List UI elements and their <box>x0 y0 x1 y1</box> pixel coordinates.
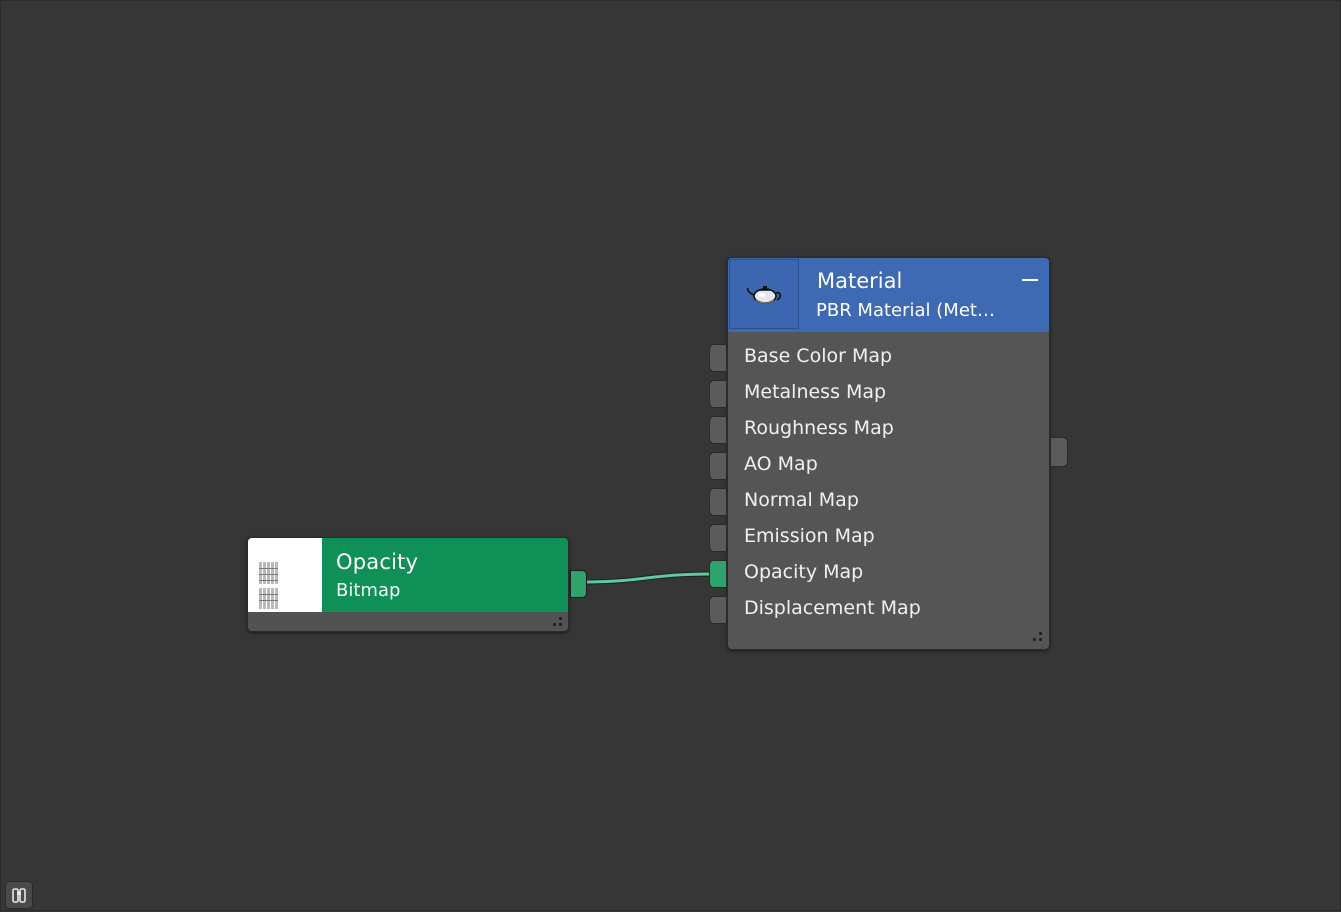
connection-wire-highlight <box>585 572 712 584</box>
input-socket-opacity-map[interactable] <box>709 560 727 588</box>
material-node-header[interactable]: Material PBR Material (Met… <box>728 258 1049 332</box>
input-label: Normal Map <box>744 489 859 511</box>
bitmap-output-socket[interactable] <box>570 570 587 598</box>
input-socket-normal-map[interactable] <box>709 488 727 516</box>
input-row-base-color-map: Base Color Map <box>709 342 1049 378</box>
material-node-subtitle: PBR Material (Met… <box>816 300 995 321</box>
teapot-icon <box>729 259 799 329</box>
bitmap-node-header[interactable]: Opacity Bitmap <box>248 538 568 612</box>
input-row-opacity-map: Opacity Map <box>709 558 1049 594</box>
bitmap-node-subtitle: Bitmap <box>336 580 401 601</box>
wire-layer <box>585 571 712 585</box>
input-label: Opacity Map <box>744 561 864 583</box>
input-socket-ao-map[interactable] <box>709 452 727 480</box>
input-label: AO Map <box>744 453 818 475</box>
material-output-socket[interactable] <box>1050 437 1068 467</box>
input-label: Roughness Map <box>744 417 894 439</box>
input-socket-metalness-map[interactable] <box>709 380 727 408</box>
binoculars-icon[interactable] <box>5 881 33 909</box>
material-node[interactable]: Material PBR Material (Met… Base Color M… <box>709 257 1068 650</box>
input-label: Base Color Map <box>744 345 893 367</box>
bitmap-resize-grip[interactable] <box>552 616 564 628</box>
node-editor-canvas[interactable]: Opacity Bitmap Material PBR Material (Me… <box>0 0 1341 911</box>
collapse-minus-icon[interactable] <box>1021 270 1039 288</box>
input-row-ao-map: AO Map <box>709 450 1049 486</box>
input-row-metalness-map: Metalness Map <box>709 378 1049 414</box>
input-socket-displacement-map[interactable] <box>709 596 727 624</box>
input-socket-emission-map[interactable] <box>709 524 727 552</box>
input-socket-base-color-map[interactable] <box>709 344 727 372</box>
input-label: Emission Map <box>744 525 875 547</box>
input-row-roughness-map: Roughness Map <box>709 414 1049 450</box>
input-row-displacement-map: Displacement Map <box>709 594 1049 630</box>
input-socket-roughness-map[interactable] <box>709 416 727 444</box>
input-label: Displacement Map <box>744 597 921 619</box>
input-row-normal-map: Normal Map <box>709 486 1049 522</box>
input-row-emission-map: Emission Map <box>709 522 1049 558</box>
material-node-title: Material <box>817 269 903 293</box>
input-label: Metalness Map <box>744 381 887 403</box>
bitmap-node[interactable]: Opacity Bitmap <box>247 537 587 632</box>
bitmap-thumbnail-icon <box>248 538 322 612</box>
bitmap-node-title: Opacity <box>336 550 419 574</box>
material-resize-grip[interactable] <box>1032 631 1044 643</box>
